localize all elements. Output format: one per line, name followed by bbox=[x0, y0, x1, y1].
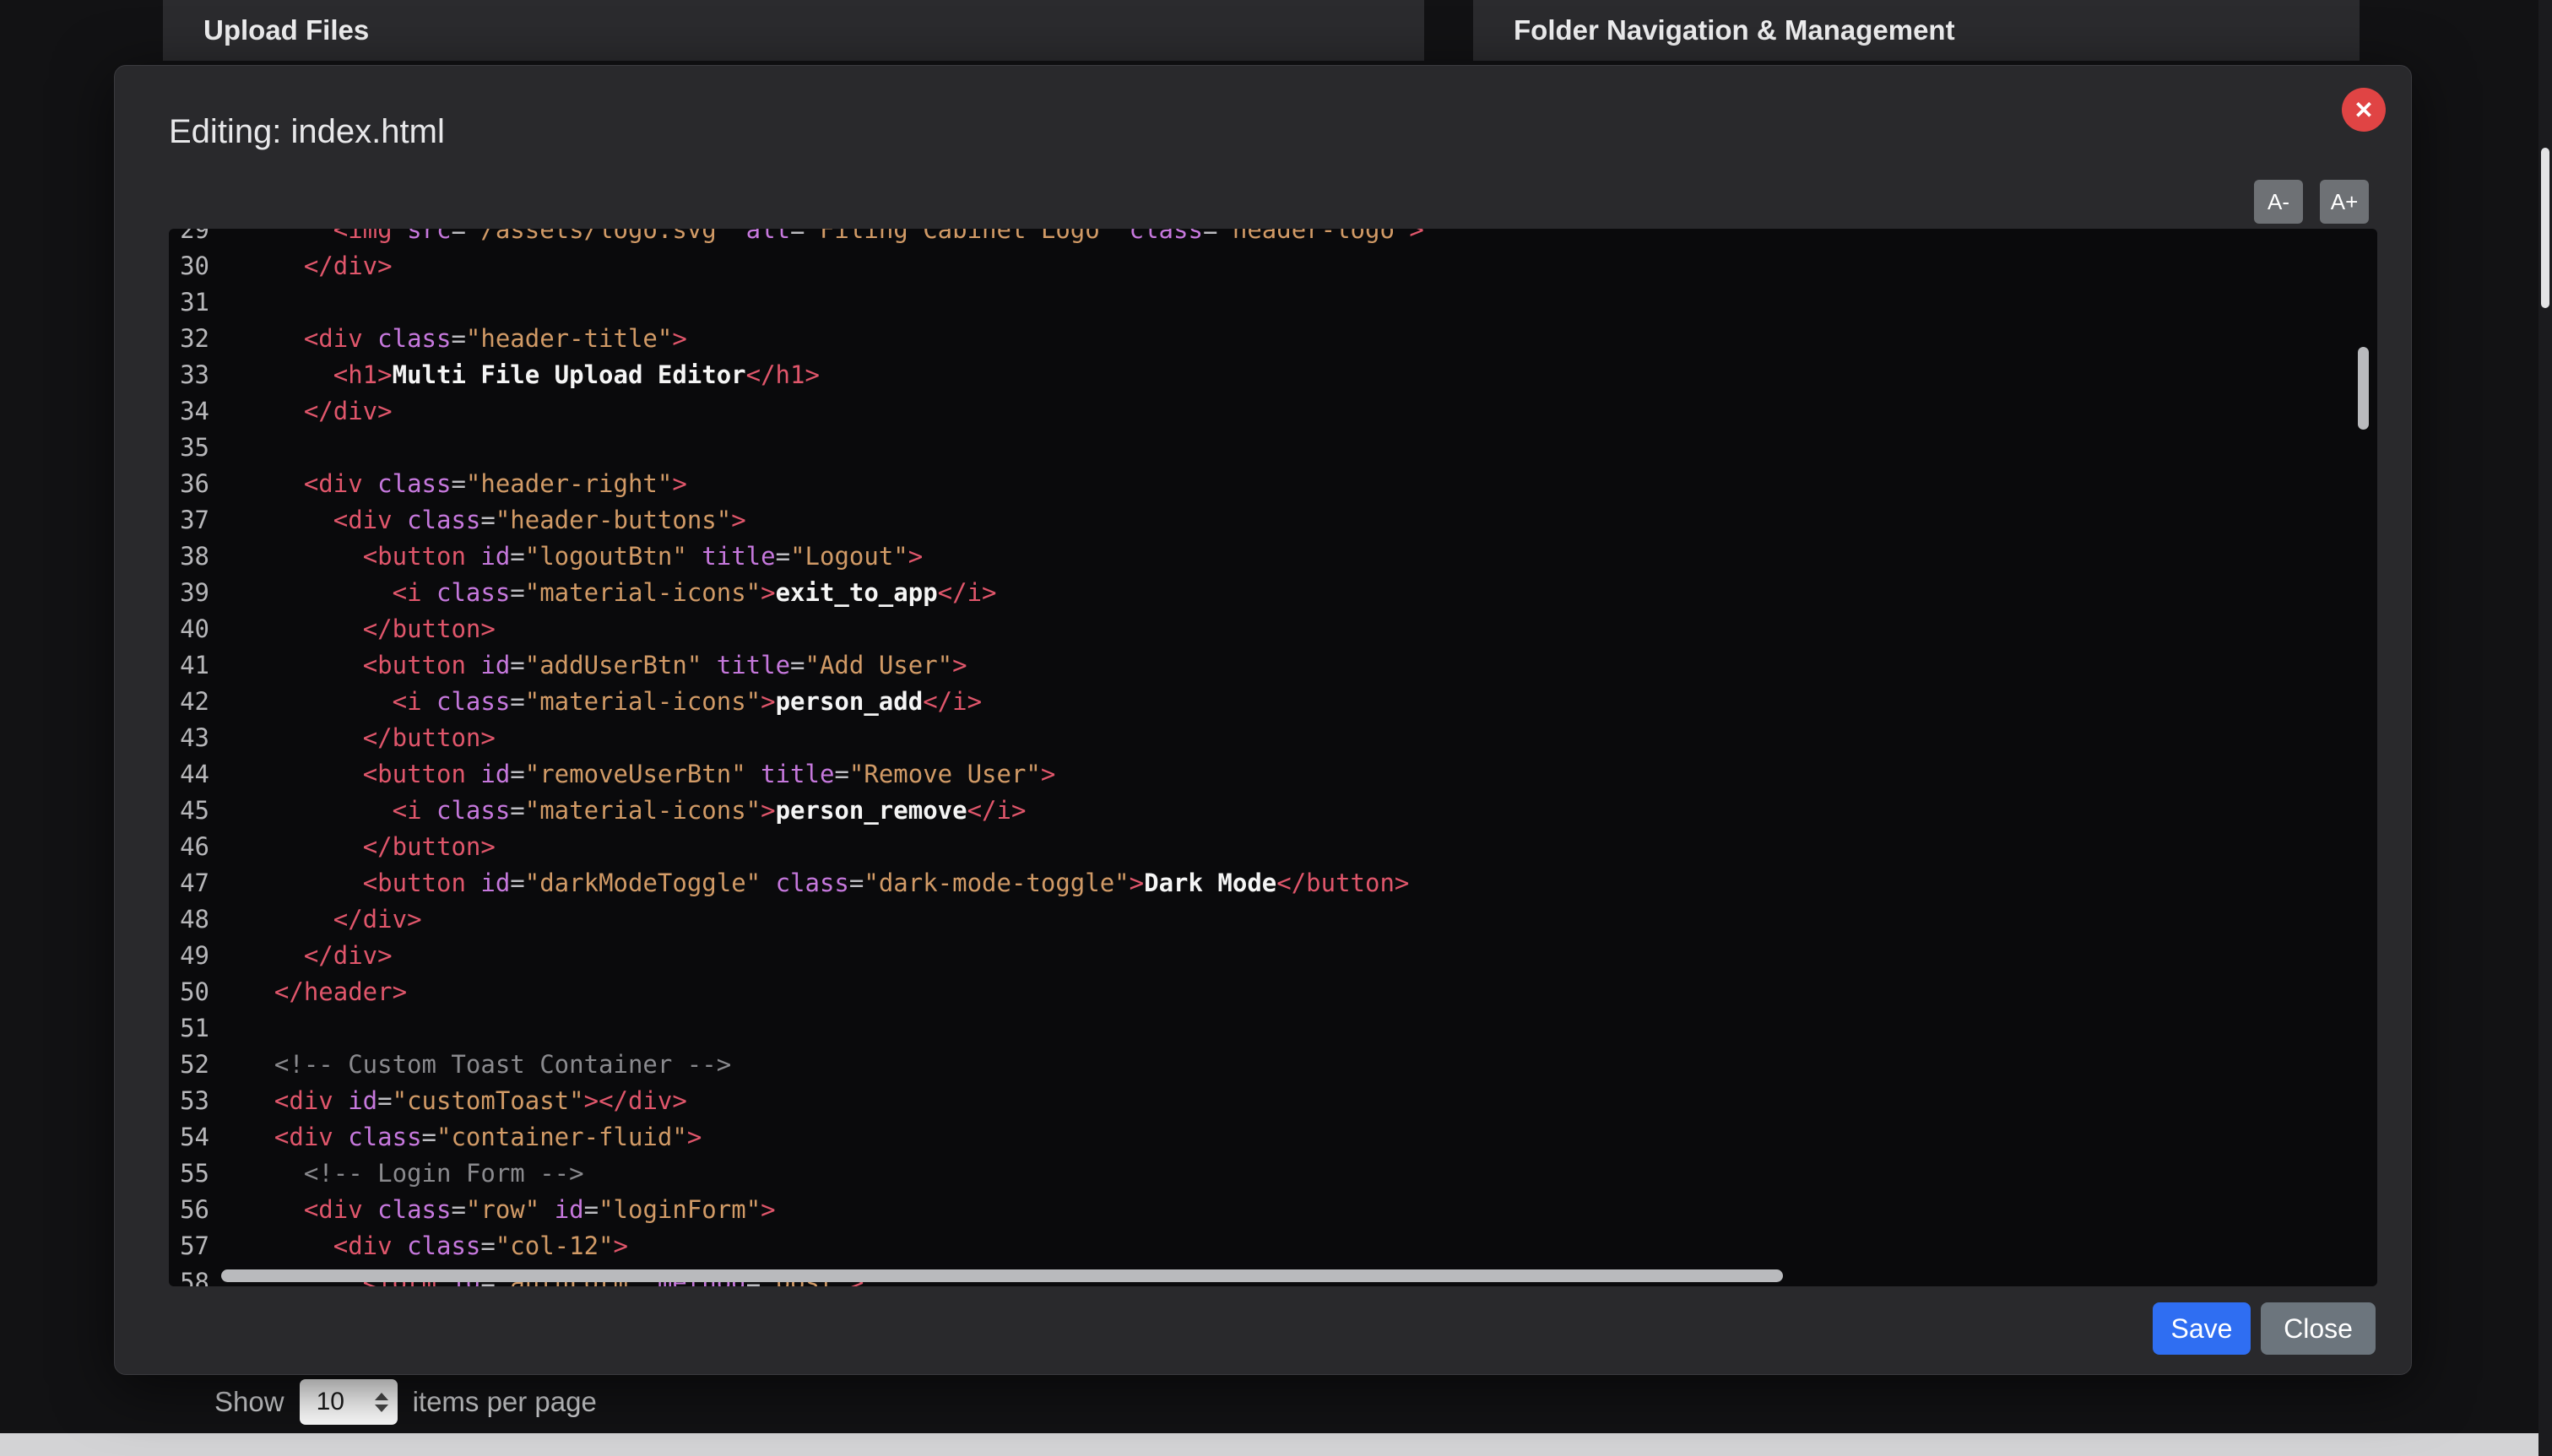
code-line: 46 </button> bbox=[169, 829, 2377, 865]
font-size-controls: A- A+ bbox=[2254, 180, 2369, 224]
code-line: 37 <div class="header-buttons"> bbox=[169, 502, 2377, 539]
line-number: 37 bbox=[169, 502, 209, 539]
line-number: 51 bbox=[169, 1010, 209, 1047]
close-button[interactable]: Close bbox=[2261, 1302, 2376, 1355]
select-spinner-icon bbox=[372, 1393, 391, 1412]
code-line: 47 <button id="darkModeToggle" class="da… bbox=[169, 865, 2377, 901]
code-line: 40 </button> bbox=[169, 611, 2377, 647]
code-line: 51 bbox=[169, 1010, 2377, 1047]
modal-title: Editing: index.html bbox=[169, 113, 445, 151]
code-line: 53 <div id="customToast"></div> bbox=[169, 1083, 2377, 1119]
items-per-page-row: Show 10 items per page bbox=[214, 1378, 597, 1426]
line-number: 43 bbox=[169, 720, 209, 756]
code-line: 48 </div> bbox=[169, 901, 2377, 938]
code-line: 50 </header> bbox=[169, 974, 2377, 1010]
line-number: 36 bbox=[169, 466, 209, 502]
line-number: 49 bbox=[169, 938, 209, 974]
line-number: 39 bbox=[169, 575, 209, 611]
line-number: 55 bbox=[169, 1156, 209, 1192]
code-line: 57 <div class="col-12"> bbox=[169, 1228, 2377, 1264]
code-line: 56 <div class="row" id="loginForm"> bbox=[169, 1192, 2377, 1228]
code-line: 34 </div> bbox=[169, 393, 2377, 430]
code-line: 36 <div class="header-right"> bbox=[169, 466, 2377, 502]
code-line: 49 </div> bbox=[169, 938, 2377, 974]
line-number: 35 bbox=[169, 430, 209, 466]
folder-nav-title: Folder Navigation & Management bbox=[1514, 14, 1955, 46]
line-number: 56 bbox=[169, 1192, 209, 1228]
font-increase-button[interactable]: A+ bbox=[2320, 180, 2369, 224]
code-line: 45 <i class="material-icons">person_remo… bbox=[169, 793, 2377, 829]
code-line: 42 <i class="material-icons">person_add<… bbox=[169, 684, 2377, 720]
line-number: 41 bbox=[169, 647, 209, 684]
code-editor[interactable]: 29 <img src="/assets/logo.svg" alt="Fili… bbox=[169, 229, 2377, 1286]
items-per-page-label: items per page bbox=[413, 1386, 597, 1418]
code-line: 44 <button id="removeUserBtn" title="Rem… bbox=[169, 756, 2377, 793]
upload-files-panel-header: Upload Files bbox=[163, 0, 1424, 61]
page-scrollbar-thumb[interactable] bbox=[2541, 148, 2549, 308]
line-number: 50 bbox=[169, 974, 209, 1010]
items-per-page-select[interactable]: 10 bbox=[300, 1379, 398, 1425]
line-number: 29 bbox=[169, 229, 209, 248]
page-bottom-strip bbox=[0, 1433, 2552, 1456]
upload-files-title: Upload Files bbox=[203, 14, 369, 46]
font-decrease-button[interactable]: A- bbox=[2254, 180, 2303, 224]
line-number: 30 bbox=[169, 248, 209, 284]
code-line: 38 <button id="logoutBtn" title="Logout"… bbox=[169, 539, 2377, 575]
line-number: 58 bbox=[169, 1264, 209, 1286]
save-button[interactable]: Save bbox=[2153, 1302, 2251, 1355]
line-number: 53 bbox=[169, 1083, 209, 1119]
code-line: 43 </button> bbox=[169, 720, 2377, 756]
close-icon: ✕ bbox=[2354, 96, 2373, 124]
line-number: 45 bbox=[169, 793, 209, 829]
items-per-page-value: 10 bbox=[317, 1388, 344, 1416]
code-line: 54 <div class="container-fluid"> bbox=[169, 1119, 2377, 1156]
folder-nav-panel-header: Folder Navigation & Management bbox=[1473, 0, 2360, 61]
line-number: 48 bbox=[169, 901, 209, 938]
code-line: 55 <!-- Login Form --> bbox=[169, 1156, 2377, 1192]
line-number: 38 bbox=[169, 539, 209, 575]
code-line: 41 <button id="addUserBtn" title="Add Us… bbox=[169, 647, 2377, 684]
line-number: 31 bbox=[169, 284, 209, 321]
code-line: 29 <img src="/assets/logo.svg" alt="Fili… bbox=[169, 229, 2377, 248]
code-line: 30 </div> bbox=[169, 248, 2377, 284]
code-line: 32 <div class="header-title"> bbox=[169, 321, 2377, 357]
editor-horizontal-scrollbar[interactable] bbox=[221, 1269, 1783, 1282]
code-line: 31 bbox=[169, 284, 2377, 321]
line-number: 34 bbox=[169, 393, 209, 430]
code-lines: 29 <img src="/assets/logo.svg" alt="Fili… bbox=[169, 229, 2377, 1286]
line-number: 44 bbox=[169, 756, 209, 793]
line-number: 47 bbox=[169, 865, 209, 901]
line-number: 52 bbox=[169, 1047, 209, 1083]
modal-close-button[interactable]: ✕ bbox=[2342, 88, 2386, 132]
line-number: 57 bbox=[169, 1228, 209, 1264]
line-number: 46 bbox=[169, 829, 209, 865]
app-background: Upload Files Folder Navigation & Managem… bbox=[0, 0, 2552, 1456]
line-number: 42 bbox=[169, 684, 209, 720]
line-number: 33 bbox=[169, 357, 209, 393]
line-number: 32 bbox=[169, 321, 209, 357]
code-line: 33 <h1>Multi File Upload Editor</h1> bbox=[169, 357, 2377, 393]
show-label: Show bbox=[214, 1386, 284, 1418]
editor-vertical-scrollbar[interactable] bbox=[2358, 347, 2369, 430]
code-line: 52 <!-- Custom Toast Container --> bbox=[169, 1047, 2377, 1083]
line-number: 40 bbox=[169, 611, 209, 647]
page-scrollbar-track[interactable] bbox=[2538, 0, 2552, 1456]
code-line: 35 bbox=[169, 430, 2377, 466]
edit-file-modal: Editing: index.html ✕ A- A+ 29 <img src=… bbox=[114, 65, 2412, 1375]
line-number: 54 bbox=[169, 1119, 209, 1156]
code-line: 39 <i class="material-icons">exit_to_app… bbox=[169, 575, 2377, 611]
